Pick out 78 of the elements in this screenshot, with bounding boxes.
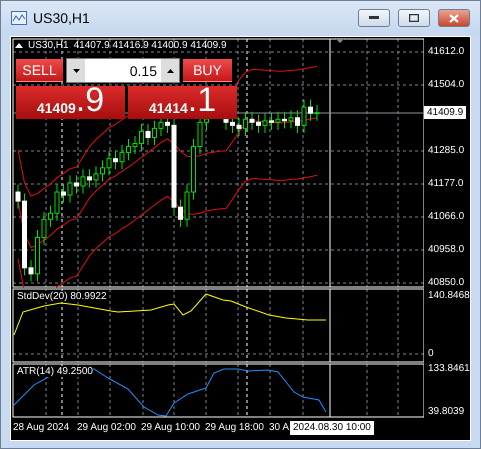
- time-axis-label: 30 A: [269, 422, 290, 434]
- candlestick: [126, 138, 131, 161]
- symbol-label: US30,H1: [28, 40, 69, 51]
- candlestick: [16, 184, 20, 210]
- indicator-label: StdDev(20) 80.9922: [17, 291, 107, 302]
- shift-marker-icon: [335, 38, 345, 43]
- candlestick: [42, 211, 46, 246]
- candlestick: [68, 174, 72, 204]
- price-axis-label: 41066.0: [428, 211, 464, 223]
- price-axis-label: 41504.0: [428, 79, 464, 91]
- candlestick: [165, 118, 170, 134]
- candlestick: [308, 99, 313, 122]
- maximize-icon: [409, 14, 419, 22]
- candlestick: [276, 111, 280, 130]
- candlestick: [132, 135, 138, 155]
- minimize-button[interactable]: [358, 9, 390, 27]
- candlestick: [158, 118, 164, 136]
- candlestick: [100, 160, 105, 182]
- candlestick: [152, 120, 157, 146]
- candlestick: [282, 111, 287, 129]
- price-axis-label: 40958.0: [428, 244, 464, 256]
- close-button[interactable]: [438, 9, 470, 27]
- candlestick: [74, 174, 79, 194]
- candlestick: [288, 110, 294, 129]
- collapse-icon: [15, 43, 23, 48]
- candlestick: [243, 111, 248, 136]
- candlestick: [54, 184, 60, 222]
- candlestick: [314, 104, 320, 122]
- candlestick: [87, 168, 92, 188]
- candlestick: [106, 150, 112, 176]
- current-price-tag: 41409.9: [424, 106, 466, 119]
- sell-button[interactable]: SELL: [16, 59, 63, 82]
- chart-window-icon: [11, 11, 27, 25]
- price-axis-label: 40850.0: [428, 277, 464, 289]
- ohlc-values: 41407.9 41416.9 41400.9 41409.9: [74, 40, 227, 51]
- indicator-label: ATR(14) 49.2500: [17, 366, 93, 377]
- candlestick: [198, 118, 202, 155]
- ask-price-button[interactable]: 41414.1: [128, 86, 237, 119]
- candlestick: [120, 144, 124, 170]
- candlestick: [302, 99, 306, 134]
- candlestick: [256, 114, 261, 134]
- price-axis-label: 41285.0: [428, 145, 464, 157]
- time-axis-label: 29 Aug 02:00: [77, 422, 136, 434]
- candlestick: [48, 205, 53, 228]
- price-axis-label: 41177.0: [428, 178, 464, 190]
- candlestick: [139, 123, 144, 152]
- candlestick: [295, 110, 300, 134]
- time-axis-label: 29 Aug 10:00: [141, 422, 200, 434]
- buy-button[interactable]: BUY: [183, 59, 232, 82]
- candlestick: [94, 166, 98, 188]
- time-axis-label: 29 Aug 18:00: [205, 422, 264, 434]
- indicator-axis-label: 0: [428, 348, 434, 360]
- candlestick: [191, 138, 196, 200]
- close-icon: [449, 14, 459, 22]
- candlestick: [178, 199, 183, 228]
- price-axis-label: 41612.0: [428, 46, 464, 58]
- candlestick: [204, 118, 209, 130]
- indicator-axis-label: 39.8039: [428, 406, 464, 418]
- candlestick: [224, 118, 228, 130]
- window-title: US30,H1: [33, 10, 91, 26]
- candlestick: [184, 184, 190, 228]
- candlestick: [146, 123, 150, 146]
- indicator-axis-label: 133.8461: [428, 363, 470, 375]
- candlestick: [230, 118, 235, 134]
- minimize-icon: [369, 16, 379, 20]
- maximize-button[interactable]: [398, 9, 430, 27]
- candlestick: [236, 117, 242, 136]
- candlestick: [35, 229, 40, 282]
- indicator-axis-label: 140.8468: [428, 290, 470, 302]
- candlestick: [250, 111, 254, 130]
- candlestick: [113, 150, 118, 170]
- candlestick: [28, 260, 34, 282]
- candlestick: [269, 112, 274, 130]
- candlestick: [80, 168, 86, 194]
- candlestick: [262, 112, 268, 134]
- cursor-time-tag: 2024.08.30 10:00: [290, 421, 374, 435]
- time-axis-label: 28 Aug 2024: [13, 422, 70, 434]
- bid-price-button[interactable]: 41409.9: [16, 86, 125, 119]
